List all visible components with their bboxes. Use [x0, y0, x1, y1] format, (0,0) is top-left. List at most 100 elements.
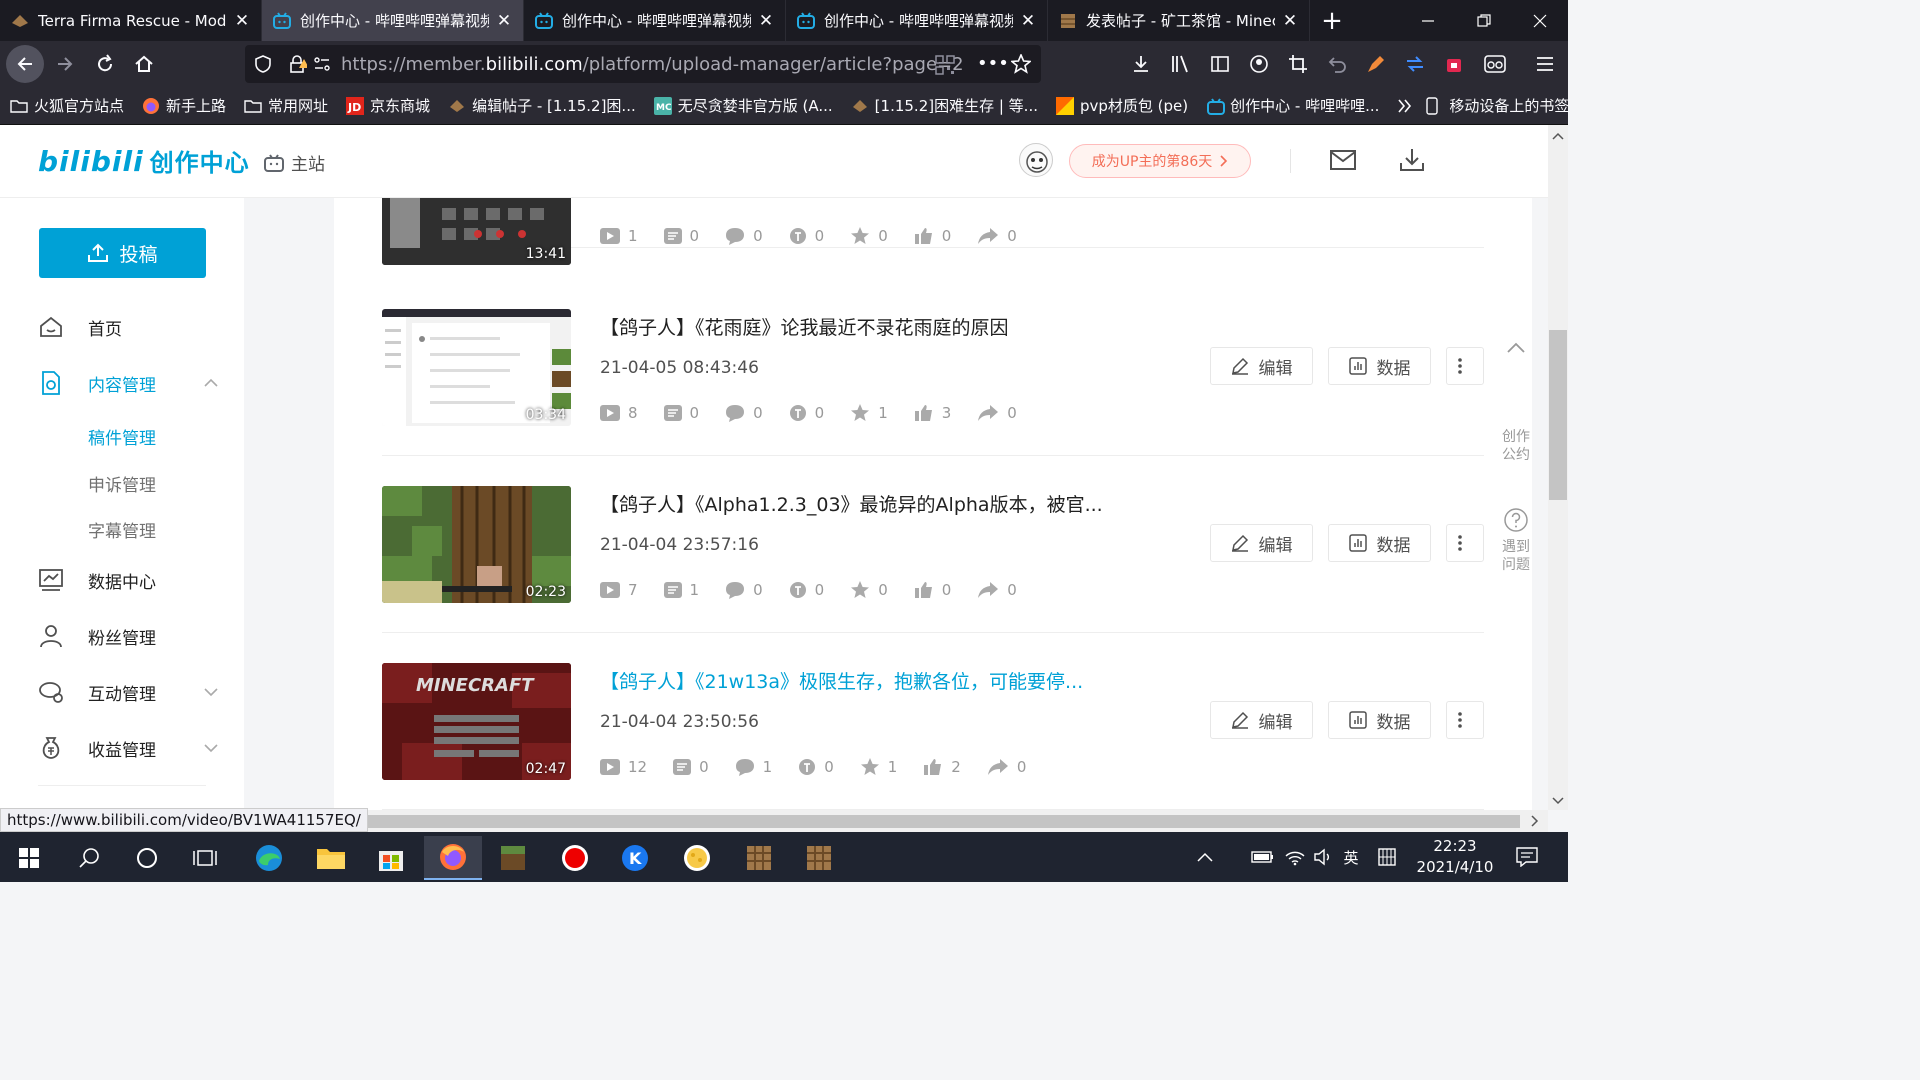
cheese-app[interactable]: [668, 836, 726, 880]
sidebar-sub-subtitles[interactable]: 字幕管理: [88, 517, 156, 542]
minimize-button[interactable]: [1400, 0, 1456, 41]
reload-button[interactable]: [86, 45, 124, 83]
search-button[interactable]: [60, 836, 118, 880]
undo-icon[interactable]: [1324, 51, 1350, 77]
minecraft-app[interactable]: [484, 836, 542, 880]
upload-button[interactable]: 投稿: [39, 228, 206, 278]
cortana-button[interactable]: [118, 836, 176, 880]
edge-app[interactable]: [240, 836, 298, 880]
close-icon[interactable]: ✕: [1281, 11, 1299, 31]
forward-button[interactable]: [46, 45, 84, 83]
avatar[interactable]: [1019, 143, 1053, 177]
data-button[interactable]: 数据: [1328, 701, 1431, 739]
file-explorer-app[interactable]: [302, 836, 360, 880]
bookmarks-overflow-button[interactable]: [1397, 98, 1413, 114]
close-window-button[interactable]: [1512, 0, 1568, 41]
bookmark-avaritia[interactable]: MC 无尽贪婪非官方版 (A...: [653, 95, 833, 116]
tab-creator-center-3[interactable]: 创作中心 - 哔哩哔哩弹幕视频网 ✕: [786, 0, 1048, 41]
bookmark-common-sites[interactable]: 常用网址: [244, 95, 328, 116]
download-icon[interactable]: [1128, 51, 1154, 77]
tab-terra-firma[interactable]: Terra Firma Rescue - Modpack ✕: [0, 0, 262, 41]
video-title[interactable]: 【鸽子人】《Alpha1.2.3_03》最诡异的Alpha版本，被官...: [600, 490, 1103, 517]
recorder-app[interactable]: [546, 836, 604, 880]
close-icon[interactable]: ✕: [495, 11, 513, 31]
kugou-app[interactable]: K: [606, 836, 664, 880]
more-button[interactable]: [1446, 524, 1484, 562]
more-button[interactable]: [1446, 347, 1484, 385]
shield-icon[interactable]: [253, 54, 273, 74]
bookmark-edit-post[interactable]: 编辑帖子 - [1.15.2]困...: [448, 95, 636, 116]
video-thumbnail[interactable]: MINECRAFT 02:47: [382, 663, 571, 780]
sync-extension-icon[interactable]: [1402, 51, 1428, 77]
new-tab-button[interactable]: +: [1310, 0, 1354, 41]
account-icon[interactable]: [1246, 51, 1272, 77]
close-icon[interactable]: ✕: [757, 11, 775, 31]
edit-button[interactable]: 编辑: [1210, 347, 1313, 385]
back-to-top-button[interactable]: [1506, 340, 1542, 354]
sidebar-icon[interactable]: [1207, 51, 1233, 77]
sidebar-sub-manuscripts[interactable]: 稿件管理: [88, 424, 156, 449]
video-thumbnail[interactable]: 02:23: [382, 486, 571, 603]
edit-button[interactable]: 编辑: [1210, 524, 1313, 562]
sidebar-item-home[interactable]: 首页: [38, 314, 218, 340]
ime-mode-icon[interactable]: [1374, 832, 1400, 882]
qr-code-icon[interactable]: [935, 55, 955, 75]
tab-creator-center[interactable]: 创作中心 - 哔哩哔哩弹幕视频网 ✕: [262, 0, 524, 41]
crafting-table-app[interactable]: [730, 836, 788, 880]
close-icon[interactable]: ✕: [233, 11, 251, 31]
restore-button[interactable]: [1456, 0, 1512, 41]
bookmark-jd[interactable]: JD 京东商城: [346, 95, 430, 116]
video-title[interactable]: 【鸽子人】《21w13a》极限生存，抱歉各位，可能要停...: [600, 667, 1083, 694]
bookmark-pvp-pack[interactable]: pvp材质包 (pe): [1055, 95, 1188, 116]
tray-overflow-button[interactable]: [1192, 832, 1218, 882]
lock-warning-icon[interactable]: [287, 54, 307, 74]
sidebar-item-content[interactable]: 内容管理: [38, 370, 218, 396]
wifi-icon[interactable]: [1282, 832, 1308, 882]
tab-creator-center-2[interactable]: 创作中心 - 哔哩哔哩弹幕视频网 ✕: [524, 0, 786, 41]
creator-pact-link[interactable]: 创作 公约: [1490, 428, 1542, 464]
more-button[interactable]: [1446, 701, 1484, 739]
battery-icon[interactable]: [1250, 832, 1276, 882]
bookmark-getting-started[interactable]: 新手上路: [142, 95, 226, 116]
volume-icon[interactable]: [1310, 832, 1336, 882]
bookmark-mobile[interactable]: 移动设备上的书签: [1425, 95, 1569, 116]
home-button[interactable]: [125, 45, 163, 83]
crafting-table-app-2[interactable]: [790, 836, 848, 880]
video-thumbnail[interactable]: 03:34: [382, 309, 571, 426]
data-button[interactable]: 数据: [1328, 347, 1431, 385]
adblock-icon[interactable]: [1441, 51, 1467, 77]
notifications-button[interactable]: [1512, 832, 1542, 882]
sidebar-item-fans[interactable]: 粉丝管理: [38, 623, 218, 649]
menu-icon[interactable]: [1532, 51, 1558, 77]
permissions-icon[interactable]: [313, 55, 331, 73]
vertical-scroll-thumb[interactable]: [1549, 330, 1567, 500]
sidebar-item-data[interactable]: 数据中心: [38, 567, 218, 593]
main-site-link[interactable]: 主站: [263, 150, 325, 175]
up-days-badge[interactable]: 成为UP主的第86天: [1069, 144, 1251, 178]
bookmark-creator-center[interactable]: 创作中心 - 哔哩哔哩...: [1206, 95, 1379, 116]
tab-post-thread[interactable]: 发表帖子 - 矿工茶馆 - Minecraft ✕: [1048, 0, 1310, 41]
bilibili-logo[interactable]: bilibili 创作中心: [38, 143, 250, 178]
bookmark-star-icon[interactable]: [1011, 54, 1031, 74]
back-button[interactable]: [6, 45, 44, 83]
close-icon[interactable]: ✕: [1019, 11, 1037, 31]
task-view-button[interactable]: [176, 836, 234, 880]
bookmark-firefox-site[interactable]: 火狐官方站点: [10, 95, 124, 116]
mail-icon[interactable]: [1330, 149, 1356, 171]
screenshot-icon[interactable]: [1285, 51, 1311, 77]
download-icon[interactable]: [1399, 148, 1425, 172]
system-clock[interactable]: 22:23 2021/4/10: [1410, 836, 1500, 878]
firefox-app[interactable]: [424, 836, 482, 880]
extension-pen-icon[interactable]: [1363, 51, 1389, 77]
sidebar-sub-appeals[interactable]: 申诉管理: [88, 471, 156, 496]
more-actions-icon[interactable]: •••: [977, 53, 1009, 74]
data-button[interactable]: 数据: [1328, 524, 1431, 562]
ime-indicator[interactable]: 英: [1338, 832, 1364, 882]
url-text[interactable]: https://member.bilibili.com/platform/upl…: [341, 54, 964, 75]
store-app[interactable]: [362, 836, 420, 880]
horizontal-scroll-thumb[interactable]: [350, 815, 1520, 828]
sidebar-item-interaction[interactable]: 互动管理: [38, 679, 218, 705]
url-bar[interactable]: https://member.bilibili.com/platform/upl…: [245, 45, 1041, 83]
bookmark-hard-survival[interactable]: [1.15.2]困难生存 | 等...: [851, 95, 1038, 116]
reader-extension-icon[interactable]: [1482, 51, 1508, 77]
